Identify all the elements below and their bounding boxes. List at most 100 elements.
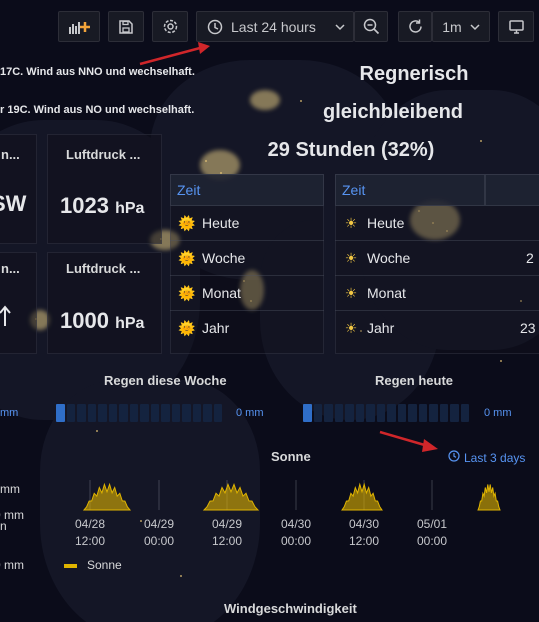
settings-icon xyxy=(162,18,179,35)
annotation-arrow-time-range xyxy=(139,42,210,66)
wind-direction-panel: n... SW xyxy=(0,134,37,244)
time-range-label: Last 24 hours xyxy=(231,18,316,35)
gauge-segment xyxy=(397,404,406,422)
rain-week-value: 0 mm xyxy=(236,407,264,419)
time-range-picker[interactable]: Last 24 hours xyxy=(196,11,354,42)
rain-today-value: 0 mm xyxy=(484,407,512,419)
x-axis-tick-label: 04/29 00:00 xyxy=(143,517,175,548)
gauge-segment xyxy=(355,404,364,422)
table-row: ☀ Woche xyxy=(343,241,411,276)
sun-icon: 🌞 xyxy=(178,320,196,336)
gauge-segment xyxy=(334,404,343,422)
tv-icon xyxy=(508,19,525,35)
gauge-segment xyxy=(460,404,469,422)
sun-time-range-link[interactable]: Last 3 days xyxy=(448,449,525,467)
gauge-segment xyxy=(376,404,385,422)
gauge-segment xyxy=(313,404,322,422)
gauge-segment xyxy=(418,404,427,422)
annotation-arrow-last-3-days xyxy=(379,430,438,452)
x-axis-tick-label: 04/30 00:00 xyxy=(280,517,312,548)
zoom-out-icon xyxy=(363,18,380,35)
gauge-segment xyxy=(182,404,191,422)
table-right-header-col2[interactable] xyxy=(485,174,539,206)
legend-swatch-sonne xyxy=(64,564,77,568)
table-left-header-zeit[interactable]: Zeit xyxy=(170,174,324,206)
chevron-down-icon xyxy=(470,23,480,31)
condition-line-2: gleichbleibend xyxy=(322,101,464,123)
refresh-interval-label: 1m xyxy=(442,18,462,35)
table-row: ☀ Jahr xyxy=(343,311,395,346)
gauge-segment xyxy=(439,404,448,422)
gauge-segment xyxy=(213,404,222,422)
left-partial-text-4: 0 mm xyxy=(0,558,24,572)
condition-line-3: 29 Stunden (32%) xyxy=(267,139,435,161)
sun-area-2 xyxy=(341,482,383,511)
condition-line-1: Regnerisch xyxy=(359,63,469,85)
gauge-segment xyxy=(345,404,354,422)
table-row: ☀ Monat xyxy=(343,276,406,311)
forecast-line-2: r 19C. Wind aus NO und wechselhaft. xyxy=(0,104,195,116)
panel-title: n... xyxy=(1,147,20,162)
table-row: ☀ Heute xyxy=(343,206,405,241)
left-partial-text-3: n xyxy=(0,519,7,533)
gauge-segment xyxy=(429,404,438,422)
refresh-interval-picker[interactable]: 1m xyxy=(432,11,490,42)
sun-area-1 xyxy=(202,482,260,511)
wind-panel-title: Windgeschwindigkeit xyxy=(224,601,357,616)
pressure-panel-2: Luftdruck ... 1000 hPa xyxy=(47,252,162,354)
rain-week-title: Regen diese Woche xyxy=(104,373,227,388)
gauge-segment xyxy=(303,404,312,422)
gauge-segment xyxy=(366,404,375,422)
x-axis-tick-label: 05/01 00:00 xyxy=(416,517,448,548)
pressure-panel-1: Luftdruck ... 1023 hPa xyxy=(47,134,162,244)
gauge-segment xyxy=(203,404,212,422)
table-right-header-zeit[interactable]: Zeit xyxy=(335,174,485,206)
table-row: 🌞 Monat xyxy=(178,276,241,311)
dashboard-settings-button[interactable] xyxy=(152,11,188,42)
refresh-icon xyxy=(407,18,424,35)
gauge-segment xyxy=(119,404,128,422)
clock-icon xyxy=(448,449,460,467)
table-cell-cut: 23 xyxy=(520,320,536,336)
legend-label-sonne: Sonne xyxy=(87,558,122,572)
gauge-segment xyxy=(56,404,65,422)
chevron-down-icon xyxy=(335,23,345,31)
table-row: 🌞 Jahr xyxy=(178,311,229,346)
sun-area-3 xyxy=(477,484,501,511)
sun-panel-title: Sonne xyxy=(271,449,311,464)
add-panel-button[interactable] xyxy=(58,11,100,42)
sun-icon: ☀ xyxy=(344,320,358,336)
x-axis-tick-label: 04/28 12:00 xyxy=(74,517,106,548)
refresh-button[interactable] xyxy=(398,11,432,42)
sun-icon: ☀ xyxy=(344,285,358,301)
gauge-segment xyxy=(66,404,75,422)
sun-icon: 🌞 xyxy=(178,250,196,266)
gauge-segment xyxy=(150,404,159,422)
gauge-segment xyxy=(140,404,149,422)
tv-mode-button[interactable] xyxy=(498,11,534,42)
save-dashboard-button[interactable] xyxy=(108,11,144,42)
x-axis-tick-label: 04/29 12:00 xyxy=(211,517,243,548)
gauge-segment xyxy=(129,404,138,422)
sun-icon: ☀ xyxy=(344,250,358,266)
zoom-out-button[interactable] xyxy=(354,11,388,42)
gauge-segment xyxy=(87,404,96,422)
save-icon xyxy=(118,19,134,35)
gauge-segment xyxy=(77,404,86,422)
gauge-segment xyxy=(408,404,417,422)
pressure-value-2: 1000 hPa xyxy=(60,308,145,333)
panel-title: Luftdruck ... xyxy=(66,147,141,162)
sun-icon: 🌞 xyxy=(178,285,196,301)
sun-icon: 🌞 xyxy=(178,215,196,231)
panel-title: n... xyxy=(1,261,20,276)
rain-today-title: Regen heute xyxy=(375,373,454,388)
left-panel-2: n... xyxy=(0,252,37,354)
gauge-segment xyxy=(324,404,333,422)
panel-title: Luftdruck ... xyxy=(66,261,141,276)
wind-direction-value: SW xyxy=(0,191,27,216)
x-axis-tick-label: 04/30 12:00 xyxy=(348,517,380,548)
table-row: 🌞 Heute xyxy=(178,206,239,241)
arrow-up-icon xyxy=(0,305,11,332)
gauge-segment xyxy=(450,404,459,422)
rain-today-bar-gauge xyxy=(303,404,469,422)
